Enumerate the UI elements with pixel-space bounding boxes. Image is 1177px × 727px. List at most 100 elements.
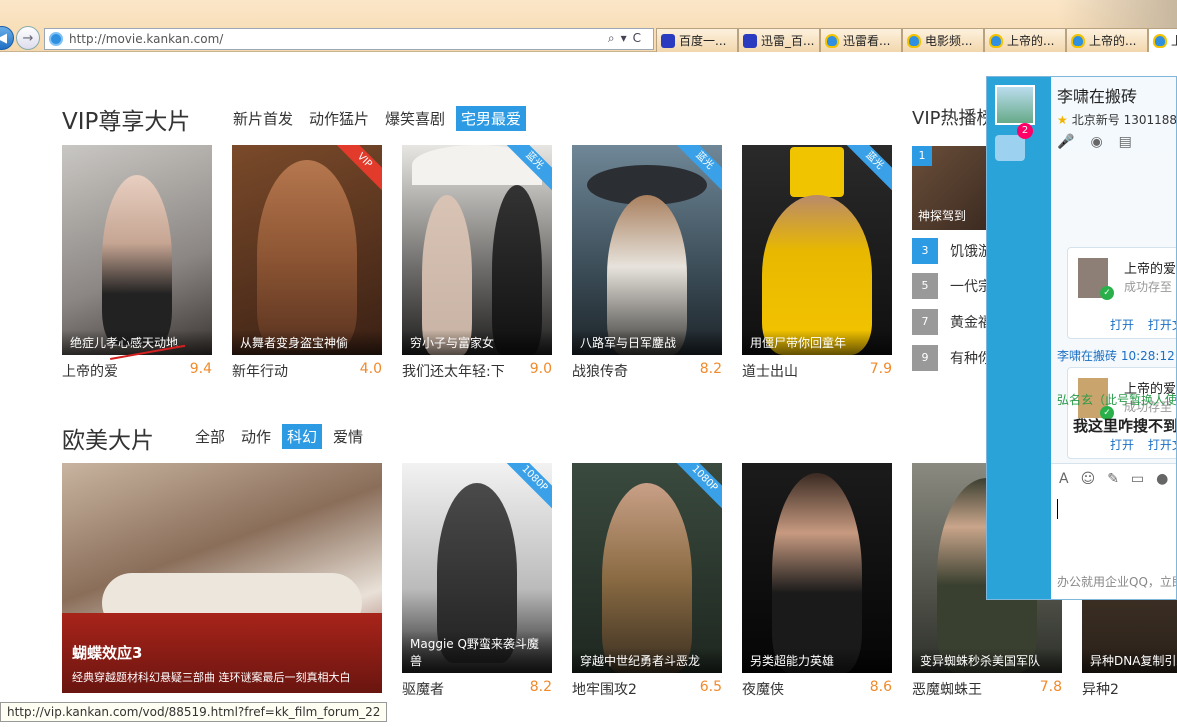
movie-poster[interactable]: 1080P Maggie Q野蛮来袭斗魔兽 xyxy=(402,463,552,673)
movie-poster[interactable]: 蓝光 用僵尸带你回童年 xyxy=(742,145,892,355)
open-folder-link[interactable]: 打开文 xyxy=(1148,318,1176,332)
emoji-icon[interactable]: ☺ xyxy=(1081,471,1096,487)
chat-footer[interactable]: 办公就用企业QQ，立即 xyxy=(1057,573,1176,590)
file-title: 上帝的爱 xyxy=(1124,262,1177,277)
poster-caption: 从舞者变身盗宝神偷 xyxy=(232,330,382,355)
movie-score: 4.0 xyxy=(359,361,382,377)
movie-title[interactable]: 恶魔蜘蛛王 xyxy=(912,679,982,699)
movie-title[interactable]: 地牢围攻2 xyxy=(572,679,637,699)
card-meta: 驱魔者 8.2 xyxy=(402,679,552,699)
movie-card[interactable]: 另类超能力英雄 夜魔侠 8.6 xyxy=(742,463,892,699)
tab-baidu-search[interactable]: 百度一... xyxy=(656,28,738,52)
tab-shangdi-1[interactable]: 上帝的... xyxy=(984,28,1066,52)
ie-shield-icon xyxy=(1071,33,1085,48)
poster-caption: 用僵尸带你回童年 xyxy=(742,330,892,355)
poster-caption: 穷小子与富家女 xyxy=(402,330,552,355)
forward-button[interactable]: → xyxy=(16,26,40,50)
movie-title[interactable]: 上帝的爱 xyxy=(62,361,118,381)
movie-title[interactable]: 道士出山 xyxy=(742,361,798,381)
star-icon: ★ xyxy=(1057,113,1068,127)
address-bar[interactable]: http://movie.kankan.com/ ⌕▾C xyxy=(44,28,654,50)
tab-label: 百度一... xyxy=(679,34,727,48)
tab-xunlei-baidu[interactable]: 迅雷_百... xyxy=(738,28,820,52)
movie-card[interactable]: 蓝光 穷小子与富家女 我们还太年轻:下 9.0 xyxy=(402,145,552,381)
movie-poster[interactable]: 蓝光 穷小子与富家女 xyxy=(402,145,552,355)
shake-icon[interactable]: ✎ xyxy=(1107,471,1119,487)
back-button[interactable]: ◀ xyxy=(0,26,14,50)
movie-title[interactable]: 异种2 xyxy=(1082,679,1119,699)
contact-avatar[interactable] xyxy=(995,85,1035,125)
movie-score: 6.5 xyxy=(699,679,722,695)
western-subnav: 全部 动作 科幻 爱情 xyxy=(190,424,368,449)
featured-poster[interactable]: 蝴蝶效应3 经典穿越题材科幻悬疑三部曲 连环谜案最后一刻真相大白 xyxy=(62,463,382,693)
video-call-icon[interactable]: ◉ xyxy=(1090,134,1102,150)
movie-card[interactable]: 1080P Maggie Q野蛮来袭斗魔兽 驱魔者 8.2 xyxy=(402,463,552,699)
movie-score: 8.2 xyxy=(699,361,722,377)
western-tab-all[interactable]: 全部 xyxy=(190,424,230,449)
movie-score: 9.0 xyxy=(529,361,552,377)
tab-movie-channel[interactable]: 电影频... xyxy=(902,28,984,52)
baidu-paw-icon xyxy=(661,33,675,48)
movie-poster[interactable]: 1080P 穿越中世纪勇者斗恶龙 xyxy=(572,463,722,673)
tab-strip: 百度一... 迅雷_百... 迅雷看... 电影频... 上帝的... 上帝的.… xyxy=(656,28,1177,52)
movie-title[interactable]: 我们还太年轻:下 xyxy=(402,361,505,381)
voice-call-icon[interactable]: 🎤 xyxy=(1057,134,1074,150)
open-link[interactable]: 打开 xyxy=(1110,438,1134,452)
message-input[interactable] xyxy=(1051,493,1176,569)
card-meta: 道士出山 7.9 xyxy=(742,361,892,381)
movie-card[interactable]: 蓝光 八路军与日军鏖战 战狼传奇 8.2 xyxy=(572,145,722,381)
hot-rank: 1 xyxy=(912,146,932,166)
tab-shangdi-active[interactable]: 上帝 xyxy=(1148,28,1177,52)
western-tab-romance[interactable]: 爱情 xyxy=(328,424,368,449)
vip-tab-new[interactable]: 新片首发 xyxy=(228,106,298,131)
voice-icon[interactable]: ● xyxy=(1156,471,1168,487)
featured-title: 蝴蝶效应3 xyxy=(72,644,143,662)
address-url: http://movie.kankan.com/ xyxy=(69,32,224,46)
hot-list-item[interactable]: 7 黄金福 xyxy=(912,309,992,335)
movie-card[interactable]: 绝症儿孝心感天动地 上帝的爱 9.4 xyxy=(62,145,212,381)
chat-toolbar: 🎤 ◉ ▤ xyxy=(1057,134,1172,150)
screenshot-icon[interactable]: ▭ xyxy=(1131,471,1144,487)
baidu-paw-icon xyxy=(743,33,757,48)
vip-tab-comedy[interactable]: 爆笑喜剧 xyxy=(380,106,450,131)
western-tab-action[interactable]: 动作 xyxy=(236,424,276,449)
tab-xunlei-kankan[interactable]: 迅雷看... xyxy=(820,28,902,52)
movie-poster[interactable]: 另类超能力英雄 xyxy=(742,463,892,673)
movie-poster[interactable]: VIP 从舞者变身盗宝神偷 xyxy=(232,145,382,355)
hot-list-item[interactable]: 9 有种你 xyxy=(912,345,992,371)
hot-list-item[interactable]: 3 饥饿游 xyxy=(912,238,992,264)
poster-figure xyxy=(772,473,862,673)
poster-figure xyxy=(257,160,357,350)
open-folder-link[interactable]: 打开文 xyxy=(1148,438,1176,452)
vip-tab-otaku[interactable]: 宅男最爱 xyxy=(456,106,527,131)
western-tab-scifi[interactable]: 科幻 xyxy=(282,424,323,449)
movie-title[interactable]: 新年行动 xyxy=(232,361,288,381)
movie-card[interactable]: 1080P 穿越中世纪勇者斗恶龙 地牢围攻2 6.5 xyxy=(572,463,722,699)
movie-title[interactable]: 夜魔侠 xyxy=(742,679,784,699)
hot-rank: 3 xyxy=(912,238,938,264)
movie-poster[interactable]: 蓝光 八路军与日军鏖战 xyxy=(572,145,722,355)
screen-share-icon[interactable]: ▤ xyxy=(1119,134,1132,150)
vip-tab-action[interactable]: 动作猛片 xyxy=(304,106,374,131)
card-meta: 战狼传奇 8.2 xyxy=(572,361,722,381)
movie-card[interactable]: 蓝光 用僵尸带你回童年 道士出山 7.9 xyxy=(742,145,892,381)
ie-shield-icon xyxy=(1153,33,1167,48)
poster-caption: 异种DNA复制引发 xyxy=(1082,648,1177,673)
hot-list-item[interactable]: 5 一代宗 xyxy=(912,273,992,299)
hot-top-item[interactable]: 1 神探驾到 xyxy=(912,146,992,230)
qq-contact-rail: 2 xyxy=(987,77,1051,599)
tab-shangdi-2[interactable]: 上帝的... xyxy=(1066,28,1148,52)
open-link[interactable]: 打开 xyxy=(1110,318,1134,332)
font-icon[interactable]: A xyxy=(1059,471,1069,487)
movie-title[interactable]: 战狼传奇 xyxy=(572,361,628,381)
movie-title[interactable]: 驱魔者 xyxy=(402,679,444,699)
movie-card[interactable]: VIP 从舞者变身盗宝神偷 新年行动 4.0 xyxy=(232,145,382,381)
featured-subtitle: 经典穿越题材科幻悬疑三部曲 连环谜案最后一刻真相大白 xyxy=(72,671,351,684)
address-controls[interactable]: ⌕▾C xyxy=(608,31,647,46)
tab-label: 电影频... xyxy=(925,34,973,48)
qq-chat-window: 2 李啸在搬砖 ★ 北京新号 1301188 🎤 ◉ ▤ ✓ 上帝的爱 成功存至 … xyxy=(986,76,1177,600)
poster-caption: 另类超能力英雄 xyxy=(742,648,892,673)
file-actions: 打开 打开文 xyxy=(1110,316,1176,333)
movie-poster[interactable]: 绝症儿孝心感天动地 xyxy=(62,145,212,355)
group-avatar-icon[interactable] xyxy=(995,135,1025,161)
